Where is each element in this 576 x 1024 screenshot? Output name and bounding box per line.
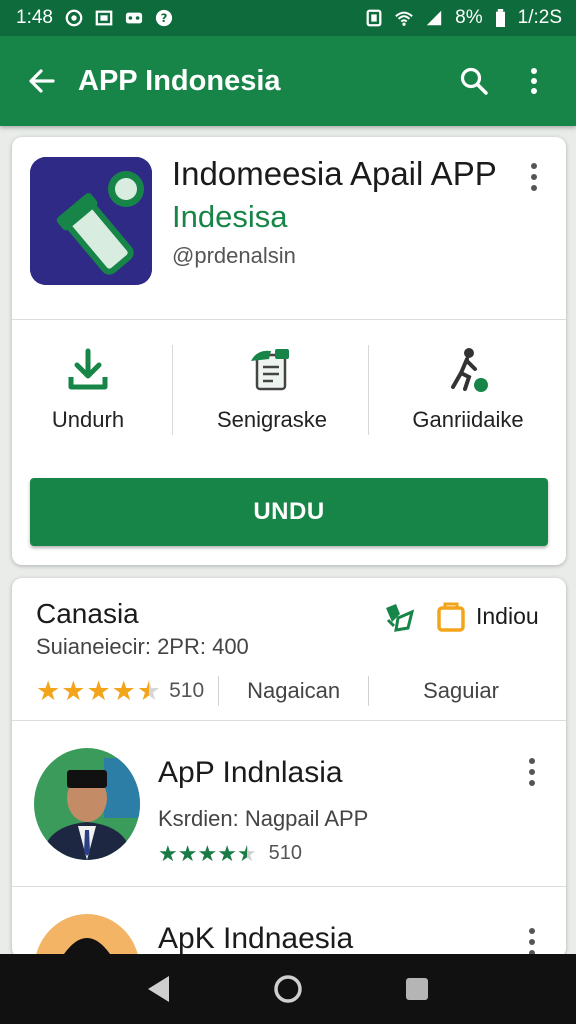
leaf-icon xyxy=(386,604,415,632)
app-logo[interactable] xyxy=(30,157,152,285)
list-item-rating: ★ ★ ★ ★ ★ 510 xyxy=(158,842,302,865)
divider xyxy=(12,319,566,320)
microphone-logo-icon xyxy=(30,157,152,285)
star-icon: ★ xyxy=(111,675,136,706)
list-item-subtitle: Ksrdien: Nagpail APP xyxy=(158,806,369,831)
share-icon xyxy=(251,349,289,391)
section-rating-value: 510 xyxy=(169,679,205,702)
battery-icon xyxy=(495,9,505,27)
signal-icon xyxy=(426,10,442,26)
nav-back-button[interactable] xyxy=(129,959,189,1019)
star-half-icon: ★ xyxy=(136,675,162,706)
person-avatar-icon xyxy=(34,748,140,860)
bag-icon xyxy=(437,602,465,632)
action-activity-label: Ganriidaike xyxy=(412,407,524,432)
star-icon: ★ xyxy=(197,840,218,866)
app-detail-card: Indomeesia Apail APP Indesisa @prdenalsi… xyxy=(12,137,566,565)
system-nav-bar xyxy=(0,954,576,1024)
action-activity[interactable]: Ganriidaike xyxy=(378,345,558,435)
action-share-label: Senigraske xyxy=(216,407,328,432)
app-toolbar: APP Indonesia xyxy=(0,36,576,126)
divider xyxy=(368,345,369,435)
voicemail-icon xyxy=(125,12,143,24)
wifi-icon xyxy=(395,11,413,26)
home-circle-icon xyxy=(274,975,302,1003)
action-download[interactable]: Undurh xyxy=(0,345,178,435)
divider xyxy=(218,676,220,706)
install-button[interactable]: UNDU xyxy=(30,478,548,546)
battery-percent: 8% xyxy=(455,7,483,28)
sync-icon xyxy=(65,9,83,27)
avatar xyxy=(34,914,140,958)
leaf-chip[interactable] xyxy=(382,600,426,634)
app-developer[interactable]: Indesisa xyxy=(172,199,287,235)
svg-text:?: ? xyxy=(161,11,168,25)
status-clock-right: 1/:2S xyxy=(517,7,562,28)
action-share[interactable]: Senigraske xyxy=(182,345,362,435)
star-half-icon: ★ xyxy=(236,840,257,866)
list-item-more-button[interactable] xyxy=(522,924,542,958)
app-name: Indomeesia Apail APP xyxy=(172,155,497,192)
star-icon: ★ xyxy=(217,840,237,866)
list-item-title: ApP Indnlasia xyxy=(158,756,343,789)
divider xyxy=(172,345,173,435)
app-more-button[interactable] xyxy=(524,159,544,195)
bag-chip-label: Indiou xyxy=(476,602,539,629)
action-download-label: Undurh xyxy=(51,407,125,432)
list-item[interactable]: ApP Indnlasia Ksrdien: Nagpail APP ★ ★ ★… xyxy=(12,720,566,880)
status-time: 1:48 xyxy=(16,7,53,28)
section-subtitle: Suianeiecir: 2PR: 400 xyxy=(36,634,249,659)
more-options-button[interactable] xyxy=(514,61,554,101)
more-vert-icon xyxy=(529,928,535,934)
search-icon xyxy=(460,67,488,95)
section-column-1[interactable]: Nagaican xyxy=(247,678,340,704)
activity-icon xyxy=(451,348,488,392)
star-icon: ★ xyxy=(86,675,111,706)
star-icon: ★ xyxy=(158,840,178,866)
app-handle: @prdenalsin xyxy=(172,243,296,268)
person-avatar-icon xyxy=(34,914,140,958)
bag-chip[interactable]: Indiou xyxy=(436,600,539,632)
status-bar: 1:48 ? 8% 1/:2S xyxy=(0,0,576,36)
back-triangle-icon xyxy=(148,976,170,1002)
nav-home-button[interactable] xyxy=(258,959,318,1019)
toolbar-title: APP Indonesia xyxy=(78,64,281,97)
avatar xyxy=(34,748,140,860)
download-icon xyxy=(68,348,108,390)
star-icon: ★ xyxy=(61,675,86,706)
vibrate-icon xyxy=(366,9,382,27)
list-item-more-button[interactable] xyxy=(522,754,542,790)
search-button[interactable] xyxy=(454,61,494,101)
list-item[interactable]: ApK Indnaesia xyxy=(12,886,566,958)
section-title: Canasia xyxy=(36,598,139,629)
more-vert-icon xyxy=(531,68,537,94)
list-item-rating-value: 510 xyxy=(268,842,303,864)
back-arrow-icon xyxy=(29,69,55,93)
section-rating-row: ★ ★ ★ ★ ★ 510 Nagaican Saguiar xyxy=(36,674,546,708)
star-icon: ★ xyxy=(177,840,198,866)
section-stars: ★ ★ ★ ★ ★ xyxy=(36,675,162,706)
nav-recents-button[interactable] xyxy=(387,959,447,1019)
cast-icon xyxy=(95,10,113,26)
star-icon: ★ xyxy=(36,675,61,706)
section-column-2[interactable]: Saguiar xyxy=(423,678,499,704)
recents-square-icon xyxy=(405,978,428,1000)
more-vert-icon xyxy=(531,163,537,169)
list-item-title: ApK Indnaesia xyxy=(158,922,354,955)
help-icon: ? xyxy=(155,9,173,27)
app-list-card: Canasia Suianeiecir: 2PR: 400 Indiou ★ ★… xyxy=(12,578,566,958)
back-button[interactable] xyxy=(22,61,62,101)
more-vert-icon xyxy=(529,758,535,764)
divider xyxy=(368,676,370,706)
